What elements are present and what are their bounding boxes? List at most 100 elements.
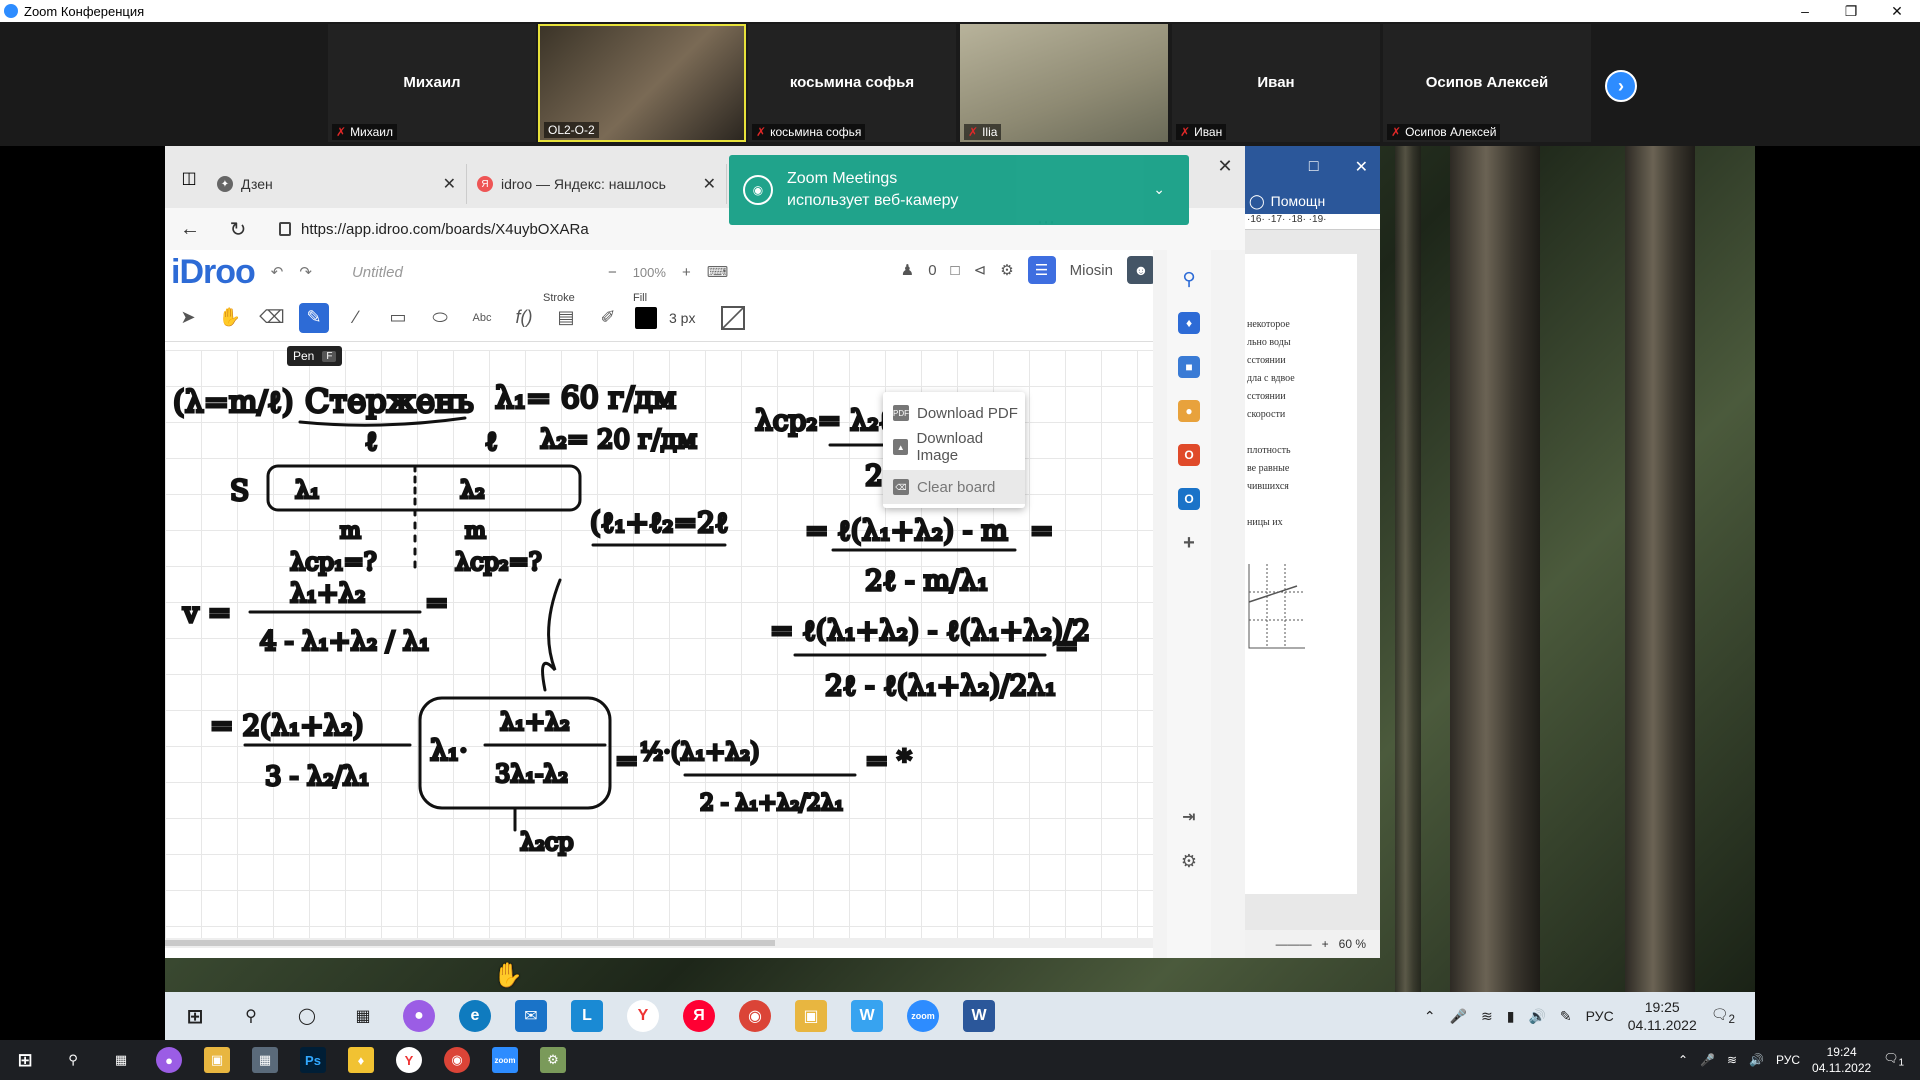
line-tool-icon[interactable]: ∕ bbox=[341, 303, 371, 333]
microphone-icon[interactable]: 🎤 bbox=[1700, 1053, 1715, 1067]
volume-icon[interactable]: 🔊 bbox=[1749, 1053, 1764, 1067]
sidebar-settings-gear-icon[interactable]: ⚙ bbox=[1178, 850, 1200, 872]
menu-hamburger-icon[interactable]: ☰ bbox=[1027, 256, 1056, 284]
wifi-icon[interactable]: ≋ bbox=[1727, 1053, 1737, 1067]
yandex-browser-icon[interactable]: Y bbox=[627, 1000, 659, 1032]
photoshop-icon[interactable]: Ps bbox=[300, 1047, 326, 1073]
windows-start-icon[interactable]: ⊞ bbox=[179, 1000, 211, 1032]
chevron-up-icon[interactable]: ⌃ bbox=[1678, 1053, 1688, 1067]
clock[interactable]: 19:24 04.11.2022 bbox=[1812, 1044, 1871, 1076]
calculator-icon[interactable]: ▦ bbox=[252, 1047, 278, 1073]
cortana-icon[interactable]: ◯ bbox=[291, 1000, 323, 1032]
language-indicator[interactable]: РУС bbox=[1776, 1053, 1800, 1067]
chrome-icon[interactable]: ◉ bbox=[739, 1000, 771, 1032]
word-page[interactable]: некоторое льно воды сстоянии дла с вдвое… bbox=[1245, 254, 1357, 894]
close-button[interactable]: ✕ bbox=[1874, 0, 1920, 22]
search-icon[interactable]: ⚲ bbox=[1178, 268, 1200, 290]
tools-icon[interactable]: ■ bbox=[1178, 356, 1200, 378]
url-field[interactable]: https://app.idroo.com/boards/X4uybOXARa bbox=[271, 213, 751, 245]
office-icon[interactable]: O bbox=[1178, 444, 1200, 466]
outlook-icon[interactable]: O bbox=[1178, 488, 1200, 510]
zoom-app-icon[interactable]: zoom bbox=[907, 1000, 939, 1032]
yandex-browser-icon[interactable]: Y bbox=[396, 1047, 422, 1073]
battery-icon[interactable]: ▮ bbox=[1507, 1008, 1515, 1025]
file-explorer-icon[interactable]: ▣ bbox=[204, 1047, 230, 1073]
pen-icon[interactable]: ✎ bbox=[1560, 1008, 1572, 1025]
fill-none-swatch[interactable] bbox=[721, 305, 746, 330]
clock[interactable]: 19:25 04.11.2022 bbox=[1628, 998, 1697, 1034]
user-avatar[interactable]: ☻ bbox=[1127, 256, 1155, 284]
windows-start-icon[interactable]: ⊞ bbox=[12, 1047, 38, 1073]
git-icon[interactable]: ♦ bbox=[348, 1047, 374, 1073]
close-tab-icon[interactable]: ✕ bbox=[443, 174, 456, 194]
minimize-button[interactable]: – bbox=[1782, 0, 1828, 22]
eraser-icon[interactable]: ⌫ bbox=[257, 303, 287, 333]
restore-button[interactable]: ❐ bbox=[1828, 0, 1874, 22]
horizontal-scrollbar[interactable] bbox=[165, 938, 1167, 948]
close-tab-icon[interactable]: ✕ bbox=[703, 174, 716, 194]
chrome-icon[interactable]: ◉ bbox=[444, 1047, 470, 1073]
participant-tile[interactable]: косьмина софья ✗ косьмина софья bbox=[748, 24, 956, 142]
stroke-width-value[interactable]: 3 px bbox=[669, 310, 695, 326]
formula-tool-icon[interactable]: f() bbox=[509, 303, 539, 333]
shopping-tag-icon[interactable]: ♦ bbox=[1178, 312, 1200, 334]
language-indicator[interactable]: РУС bbox=[1586, 1008, 1614, 1024]
notifications-icon[interactable]: 🗨2 bbox=[1711, 1006, 1735, 1026]
zoom-slider[interactable]: ——— bbox=[1276, 937, 1312, 951]
share-icon[interactable]: ⊲ bbox=[974, 261, 987, 279]
participant-tile[interactable]: Михаил ✗ Михаил bbox=[328, 24, 536, 142]
notifications-icon[interactable]: 🗨1 bbox=[1883, 1051, 1904, 1068]
rectangle-tool-icon[interactable]: ▭ bbox=[383, 303, 413, 333]
mail-icon[interactable]: ✉ bbox=[515, 1000, 547, 1032]
zoom-in-icon[interactable]: + bbox=[1322, 937, 1329, 951]
volume-icon[interactable]: 🔊 bbox=[1528, 1008, 1545, 1025]
chevron-up-icon[interactable]: ⌃ bbox=[1424, 1008, 1436, 1025]
board-title[interactable]: Untitled bbox=[352, 264, 592, 281]
chevron-down-icon[interactable]: ⌄ bbox=[1153, 181, 1165, 198]
users-icon[interactable]: ♟ bbox=[901, 261, 914, 279]
reload-icon[interactable]: ↻ bbox=[223, 217, 253, 242]
alice-icon[interactable]: ● bbox=[156, 1047, 182, 1073]
zoom-app-icon[interactable]: zoom bbox=[492, 1047, 518, 1073]
participant-tile[interactable]: Осипов Алексей ✗ Осипов Алексей bbox=[1383, 24, 1591, 142]
settings-gear-icon[interactable]: ⚙ bbox=[1000, 261, 1013, 279]
app-icon[interactable]: ⚙ bbox=[540, 1047, 566, 1073]
back-arrow-icon[interactable]: ← bbox=[175, 218, 205, 241]
text-tool-icon[interactable]: Abc bbox=[467, 303, 497, 333]
vertical-scrollbar[interactable] bbox=[1153, 250, 1167, 958]
tab-dzen[interactable]: ✦ Дзен ✕ bbox=[207, 164, 467, 204]
microphone-icon[interactable]: 🎤 bbox=[1450, 1008, 1467, 1025]
participant-tile-active-speaker[interactable]: OL2-O-2 bbox=[538, 24, 746, 142]
ellipse-tool-icon[interactable]: ⬭ bbox=[425, 303, 455, 333]
idroo-logo[interactable]: iDroo bbox=[171, 253, 256, 292]
clear-board-item[interactable]: ⌫ Clear board bbox=[883, 470, 1025, 504]
keyboard-icon[interactable]: ⌨ bbox=[707, 263, 729, 281]
eyedropper-icon[interactable]: ✐ bbox=[593, 303, 623, 333]
image-tool-icon[interactable]: ▤ bbox=[551, 303, 581, 333]
wifi-icon[interactable]: ≋ bbox=[1481, 1008, 1493, 1025]
next-participants-button[interactable]: › bbox=[1605, 70, 1637, 102]
chat-icon[interactable]: □ bbox=[951, 262, 960, 279]
tab-yandex[interactable]: Я idroo — Яндекс: нашлось ✕ bbox=[467, 164, 727, 204]
zoom-out-icon[interactable]: − bbox=[608, 264, 617, 281]
sidebar-collapse-icon[interactable]: ⇥ bbox=[1178, 806, 1200, 828]
pen-tool-icon[interactable]: ✎ bbox=[299, 302, 329, 333]
yandex-icon[interactable]: Я bbox=[683, 1000, 715, 1032]
word-help-label[interactable]: Помощн bbox=[1271, 193, 1326, 209]
file-explorer-icon[interactable]: ▣ bbox=[795, 1000, 827, 1032]
participant-tile[interactable]: ✗ Ilia bbox=[960, 24, 1168, 142]
word-icon[interactable]: W bbox=[963, 1000, 995, 1032]
edge-icon[interactable]: e bbox=[459, 1000, 491, 1032]
redo-icon[interactable]: ↷ bbox=[299, 263, 312, 281]
hand-pan-icon[interactable]: ✋ bbox=[215, 303, 245, 333]
zoom-in-icon[interactable]: + bbox=[682, 264, 691, 281]
task-view-icon[interactable]: ▦ bbox=[347, 1000, 379, 1032]
task-view-icon[interactable]: ▦ bbox=[108, 1047, 134, 1073]
w-app-icon[interactable]: W bbox=[851, 1000, 883, 1032]
select-arrow-icon[interactable]: ➤ bbox=[173, 303, 203, 333]
word-restore-button[interactable]: □ bbox=[1309, 158, 1319, 176]
scrollbar-thumb[interactable] bbox=[165, 940, 775, 946]
games-icon[interactable]: ● bbox=[1178, 400, 1200, 422]
word-close-button[interactable]: ✕ bbox=[1355, 157, 1368, 177]
zoom-camera-notification[interactable]: ◉ Zoom Meetings использует веб-камеру ⌄ bbox=[729, 155, 1189, 225]
